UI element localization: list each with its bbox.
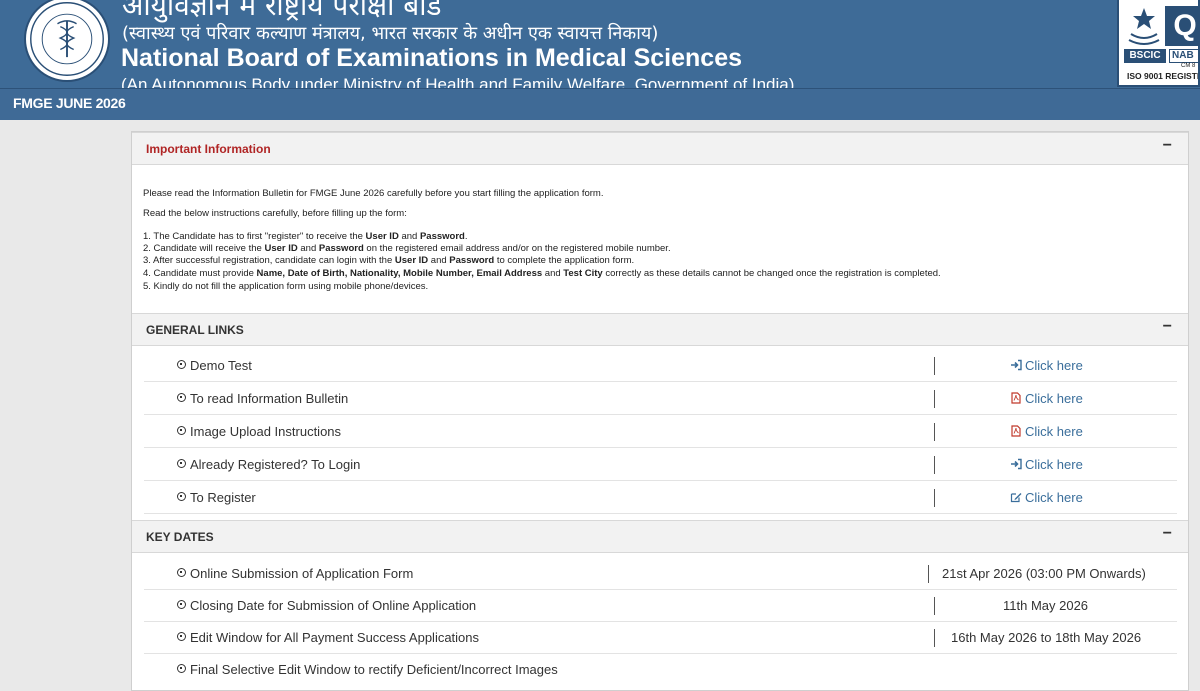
instruction-item: 4. Candidate must provide Name, Date of … — [143, 268, 941, 279]
instruction-item: 5. Kindly do not fill the application fo… — [143, 281, 429, 292]
site-header: आयुर्विज्ञान में राष्ट्रीय परीक्षा बोर्ड… — [0, 0, 1200, 88]
event-label: Closing Date for Submission of Online Ap… — [190, 598, 477, 613]
information-bulletin-link[interactable]: Click here — [1010, 391, 1083, 406]
event-date: 16th May 2026 to 18th May 2026 — [951, 630, 1142, 645]
link-row: Demo Test Click here — [144, 350, 1177, 382]
circle-arrow-icon — [177, 492, 186, 501]
date-row: Online Submission of Application Form 21… — [144, 558, 1177, 590]
link-row: Image Upload Instructions Click here — [144, 416, 1177, 448]
pdf-icon — [1011, 425, 1021, 437]
cert-q-mark: Q — [1165, 6, 1198, 46]
hindi-subtitle: (स्वास्थ्य एवं परिवार कल्याण मंत्रालय, भ… — [122, 23, 659, 44]
divider — [928, 565, 929, 583]
circle-arrow-icon — [177, 426, 186, 435]
event-label: Online Submission of Application Form — [190, 566, 414, 581]
link-label: To read Information Bulletin — [190, 391, 349, 406]
important-info-heading: Important Information — [146, 142, 271, 156]
nbems-logo — [24, 0, 110, 82]
link-row: Already Registered? To Login Click here — [144, 449, 1177, 481]
important-info-header[interactable]: Important Information − — [132, 132, 1188, 165]
sign-in-icon — [1011, 359, 1022, 371]
circle-arrow-icon — [177, 360, 186, 369]
circle-arrow-icon — [177, 459, 186, 468]
divider — [934, 423, 935, 441]
cert-badge-bscic: BSCIC — [1124, 49, 1166, 63]
emblem-icon — [1128, 8, 1160, 45]
event-label: Edit Window for All Payment Success Appl… — [190, 630, 480, 645]
instruction-item: 2. Candidate will receive the User ID an… — [143, 243, 671, 254]
main-panel: Important Information − Please read the … — [131, 131, 1189, 691]
event-date: 11th May 2026 — [1003, 598, 1089, 613]
divider — [934, 629, 935, 647]
circle-arrow-icon — [177, 632, 186, 641]
circle-arrow-icon — [177, 664, 186, 673]
date-row: Final Selective Edit Window to rectify D… — [144, 654, 1177, 686]
divider — [934, 456, 935, 474]
cert-code: CM 8 — [1181, 63, 1196, 69]
bulletin-notice: Please read the Information Bulletin for… — [143, 188, 604, 199]
link-label: Image Upload Instructions — [190, 424, 342, 439]
cert-iso-text: ISO 9001 REGISTERED — [1127, 71, 1198, 81]
instructions-intro: Read the below instructions carefully, b… — [143, 208, 407, 219]
key-dates-header[interactable]: KEY DATES − — [132, 520, 1188, 553]
divider — [934, 390, 935, 408]
demo-test-link[interactable]: Click here — [1010, 358, 1083, 373]
link-label: Demo Test — [190, 358, 252, 373]
register-link[interactable]: Click here — [1010, 490, 1083, 505]
org-name: National Board of Examinations in Medica… — [121, 44, 742, 72]
instruction-item: 3. After successful registration, candid… — [143, 255, 635, 266]
link-row: To Register Click here — [144, 482, 1177, 514]
link-label: Already Registered? To Login — [190, 457, 361, 472]
collapse-toggle-icon[interactable]: − — [1163, 318, 1172, 336]
collapse-toggle-icon[interactable]: − — [1163, 137, 1172, 155]
general-links-header[interactable]: GENERAL LINKS − — [132, 313, 1188, 346]
collapse-toggle-icon[interactable]: − — [1163, 525, 1172, 543]
sign-in-icon — [1011, 458, 1022, 470]
general-links-heading: GENERAL LINKS — [146, 323, 244, 337]
exam-title-bar: FMGE JUNE 2026 — [0, 88, 1200, 120]
link-label: To Register — [190, 490, 256, 505]
event-date: 21st Apr 2026 (03:00 PM Onwards) — [942, 566, 1146, 581]
edit-icon — [1010, 493, 1022, 503]
cert-badge-nab: NAB — [1169, 49, 1198, 63]
link-row: To read Information Bulletin Click here — [144, 383, 1177, 415]
instruction-item: 1. The Candidate has to first "register"… — [143, 231, 468, 242]
key-dates-heading: KEY DATES — [146, 530, 214, 544]
divider — [934, 597, 935, 615]
date-row: Closing Date for Submission of Online Ap… — [144, 590, 1177, 622]
circle-arrow-icon — [177, 568, 186, 577]
divider — [934, 357, 935, 375]
divider — [934, 489, 935, 507]
date-row: Edit Window for All Payment Success Appl… — [144, 622, 1177, 654]
circle-arrow-icon — [177, 393, 186, 402]
pdf-icon — [1011, 392, 1021, 404]
org-subtitle: (An Autonomous Body under Ministry of He… — [121, 75, 795, 88]
image-upload-instructions-link[interactable]: Click here — [1010, 424, 1083, 439]
certification-logo: Q BSCIC NAB CM 8 ISO 9001 REGISTERED — [1117, 0, 1200, 87]
login-link[interactable]: Click here — [1010, 457, 1083, 472]
circle-arrow-icon — [177, 600, 186, 609]
exam-title: FMGE JUNE 2026 — [13, 95, 126, 111]
